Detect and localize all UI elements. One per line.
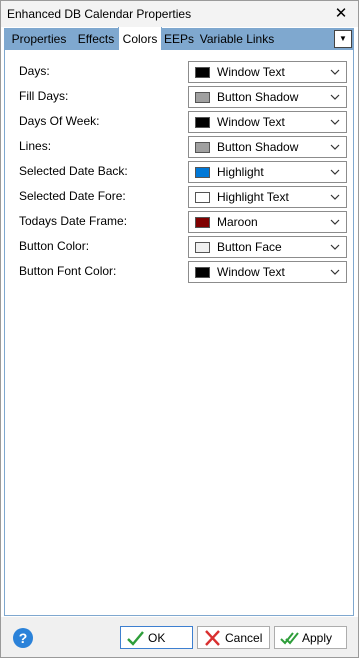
tab-properties[interactable]: Properties [8,28,70,50]
chevron-down-icon [330,119,340,125]
properties-dialog: Enhanced DB Calendar Properties ✕ Proper… [0,0,359,658]
color-swatch [195,117,210,128]
tab-variable-links[interactable]: Variable Links [197,28,277,50]
checkmark-icon [127,631,144,646]
color-swatch [195,242,210,253]
color-row-label: Todays Date Frame: [19,214,128,228]
fill-days-color-select[interactable]: Button Shadow [188,86,347,108]
ok-button-label: OK [148,631,166,645]
chevron-down-icon [330,69,340,75]
apply-button-label: Apply [302,631,333,645]
lines-color-select[interactable]: Button Shadow [188,136,347,158]
color-value: Window Text [217,265,285,279]
ok-button[interactable]: OK [120,626,193,649]
title-bar: Enhanced DB Calendar Properties ✕ [1,1,358,27]
color-row-todays-date-frame: Todays Date Frame: Maroon [5,211,355,233]
todays-date-frame-color-select[interactable]: Maroon [188,211,347,233]
color-row-lines: Lines: Button Shadow [5,136,355,158]
selected-date-back-color-select[interactable]: Highlight [188,161,347,183]
days-of-week-color-select[interactable]: Window Text [188,111,347,133]
color-row-label: Button Color: [19,239,90,253]
color-row-button-color: Button Color: Button Face [5,236,355,258]
color-swatch [195,192,210,203]
window-title: Enhanced DB Calendar Properties [7,7,192,21]
color-row-label: Button Font Color: [19,264,117,278]
days-color-select[interactable]: Window Text [188,61,347,83]
apply-button[interactable]: Apply [274,626,347,649]
button-color-select[interactable]: Button Face [188,236,347,258]
color-row-label: Selected Date Back: [19,164,128,178]
color-row-button-font-color: Button Font Color: Window Text [5,261,355,283]
color-row-days-of-week: Days Of Week: Window Text [5,111,355,133]
color-value: Maroon [217,215,258,229]
cancel-button[interactable]: Cancel [197,626,270,649]
color-swatch [195,92,210,103]
color-row-label: Days Of Week: [19,114,100,128]
chevron-down-icon [330,269,340,275]
color-row-selected-date-back: Selected Date Back: Highlight [5,161,355,183]
color-value: Button Shadow [217,140,299,154]
color-value: Highlight [217,165,264,179]
dialog-footer: ? OK Cancel Apply [1,617,358,657]
button-font-color-select[interactable]: Window Text [188,261,347,283]
colors-panel: Days: Window Text Fill Days: Button Shad… [4,50,354,616]
color-row-fill-days: Fill Days: Button Shadow [5,86,355,108]
tab-overflow-dropdown[interactable]: ▼ [334,30,352,48]
color-value: Button Face [217,240,282,254]
color-value: Window Text [217,65,285,79]
cancel-button-label: Cancel [225,631,263,645]
color-row-label: Lines: [19,139,52,153]
color-swatch [195,267,210,278]
color-swatch [195,142,210,153]
double-checkmark-icon [280,632,299,645]
tab-effects[interactable]: Effects [74,28,118,50]
tab-colors[interactable]: Colors [118,27,162,51]
color-swatch [195,217,210,228]
color-row-label: Days: [19,64,50,78]
chevron-down-icon [330,219,340,225]
color-value: Button Shadow [217,90,299,104]
color-row-days: Days: Window Text [5,61,355,83]
chevron-down-icon [330,244,340,250]
color-swatch [195,167,210,178]
color-row-label: Selected Date Fore: [19,189,126,203]
chevron-down-icon [330,144,340,150]
chevron-down-icon [330,94,340,100]
close-button[interactable]: ✕ [330,3,352,25]
color-row-label: Fill Days: [19,89,69,103]
color-value: Window Text [217,115,285,129]
color-row-selected-date-fore: Selected Date Fore: Highlight Text [5,186,355,208]
color-swatch [195,67,210,78]
tab-bar: Properties Effects Colors EEPs Variable … [4,27,354,51]
color-value: Highlight Text [217,190,289,204]
x-icon [205,630,220,646]
selected-date-fore-color-select[interactable]: Highlight Text [188,186,347,208]
chevron-down-icon [330,169,340,175]
chevron-down-icon [330,194,340,200]
help-icon[interactable]: ? [13,628,33,648]
tab-eeps[interactable]: EEPs [164,28,194,50]
